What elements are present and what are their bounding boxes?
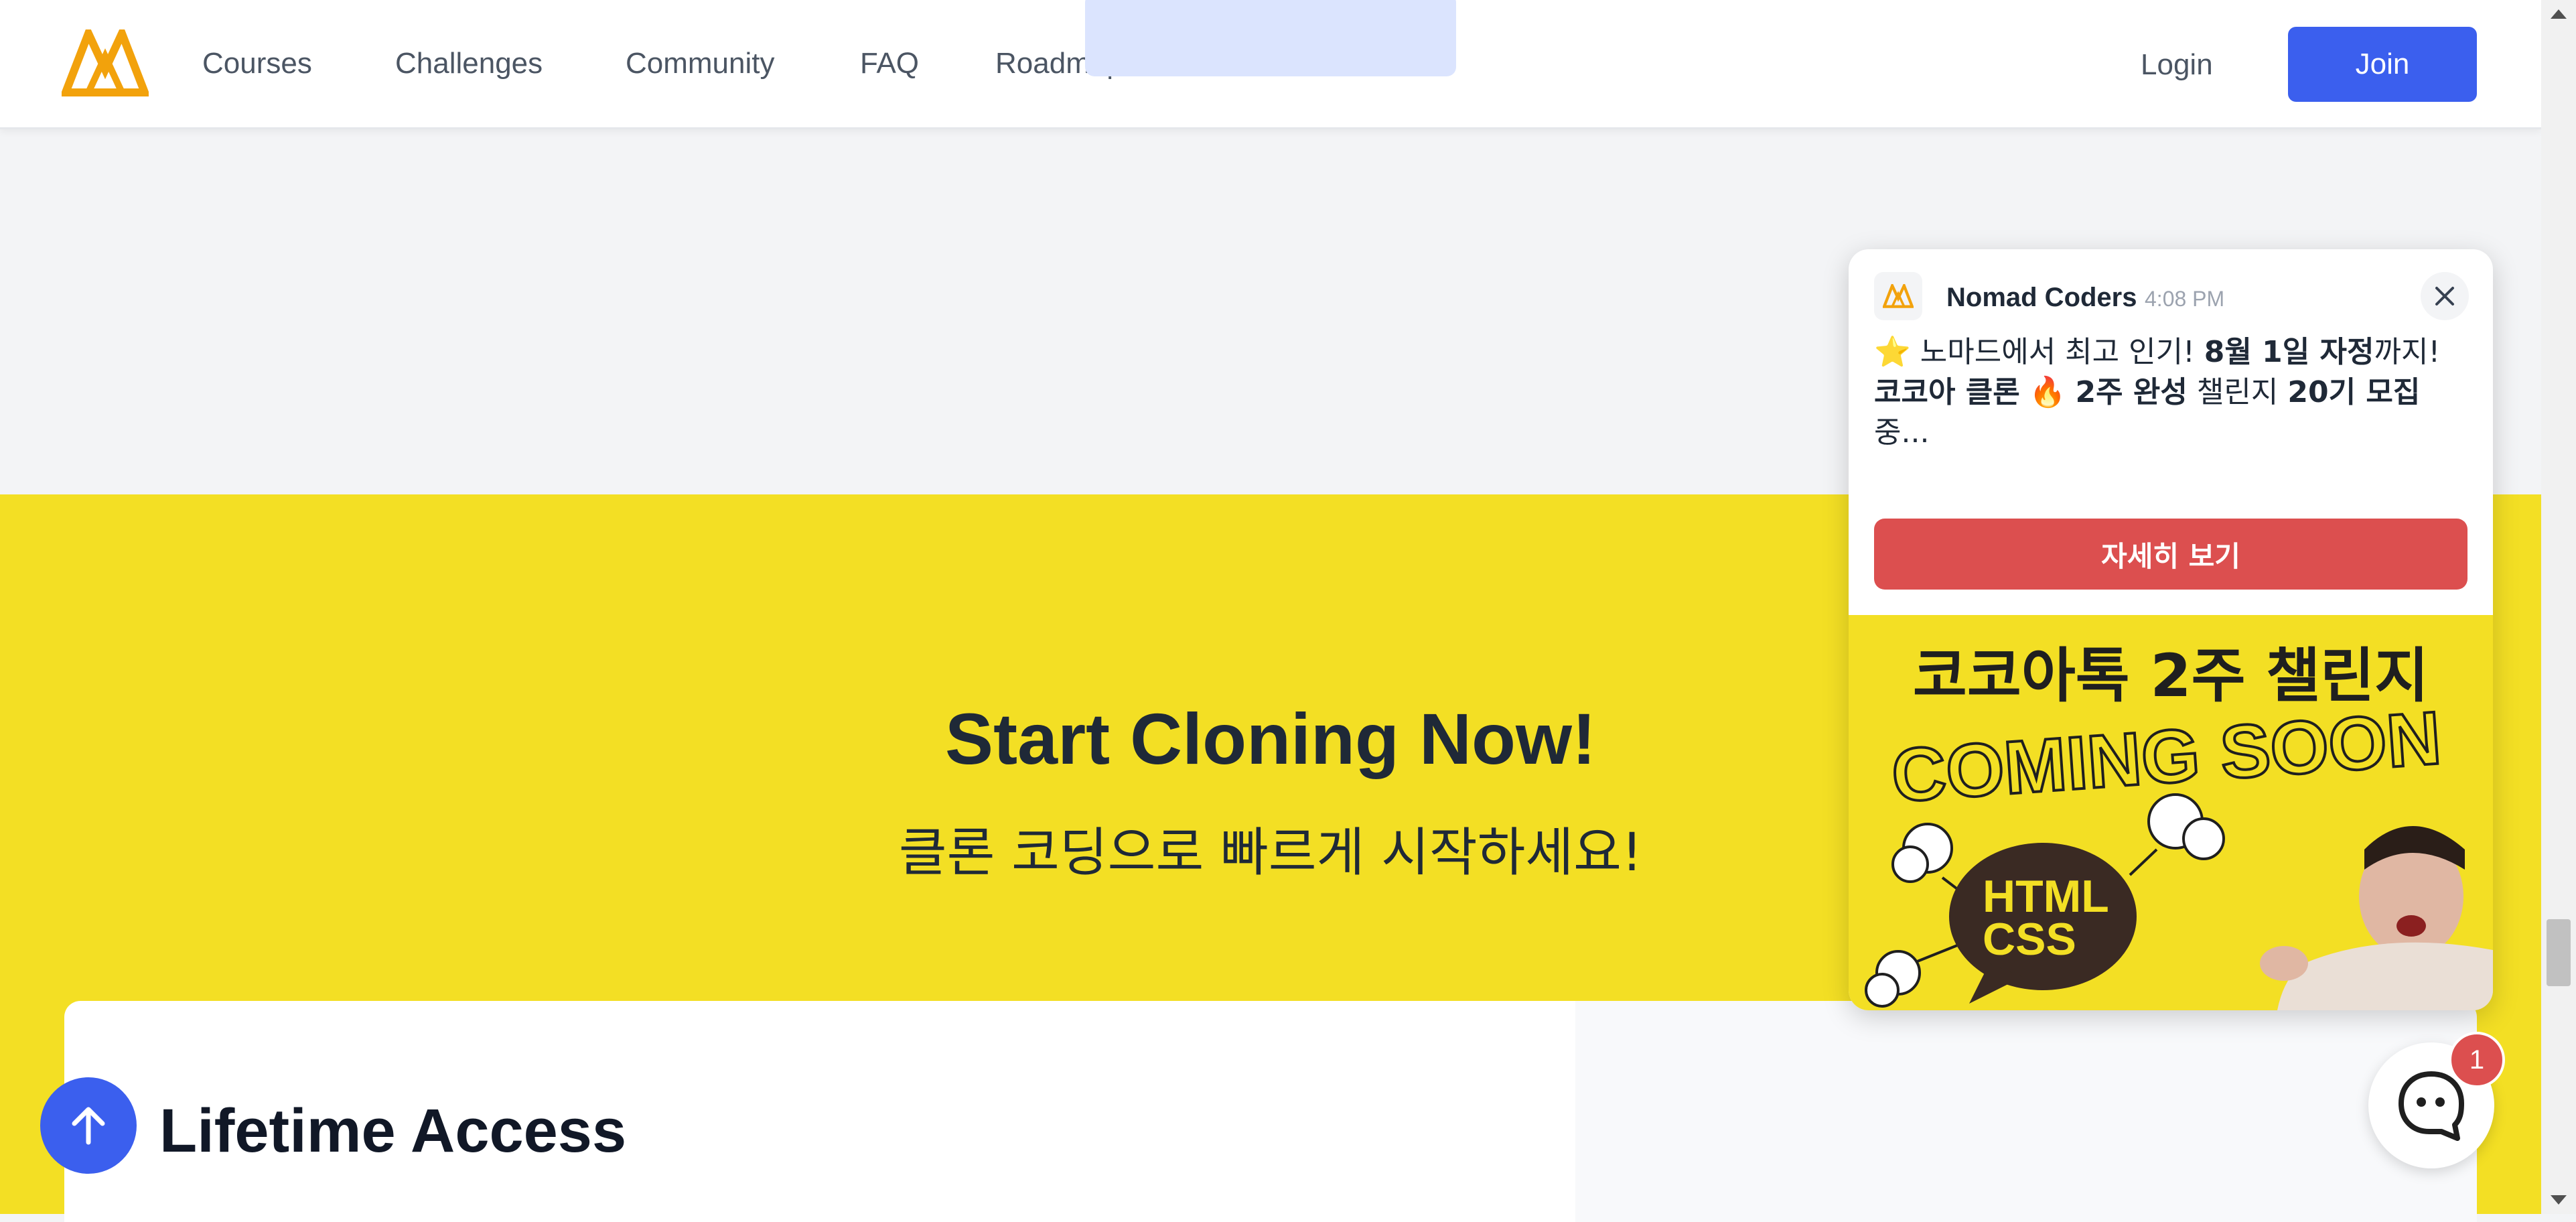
- arrow-up-icon: [72, 1107, 105, 1145]
- coming-soon-illustration: COMING SOON: [1865, 695, 2493, 1010]
- popup-challenge-word: 챌린지: [2196, 375, 2279, 409]
- popup-time: 4:08 PM: [2145, 287, 2225, 311]
- promo-bubble-text: HTML CSS: [1983, 874, 2109, 962]
- scroll-down-arrow-icon[interactable]: [2551, 1195, 2567, 1205]
- scrollbar-thumb[interactable]: [2547, 919, 2571, 986]
- nav-faq[interactable]: FAQ: [860, 47, 919, 80]
- popup-message-deadline: 8월 1일 자정: [2204, 335, 2374, 369]
- scroll-to-top-button[interactable]: [40, 1077, 137, 1174]
- nomad-logo-icon: [1883, 284, 1914, 308]
- fire-emoji-icon: 🔥: [2029, 375, 2066, 409]
- notification-popup: Nomad Coders 4:08 PM ⭐ 노마드에서 최고 인기! 8월 1…: [1849, 249, 2493, 1010]
- lifetime-access-heading: Lifetime Access: [159, 1097, 627, 1165]
- popup-sender: Nomad Coders: [1946, 283, 2137, 312]
- sender-avatar: [1874, 272, 1922, 320]
- promo-bubble-line2: CSS: [1983, 914, 2076, 965]
- nav-challenges[interactable]: Challenges: [395, 47, 543, 80]
- site-header: Courses Challenges Community FAQ Roadmap…: [0, 0, 2541, 129]
- login-link[interactable]: Login: [2141, 48, 2213, 82]
- popup-recruiting: 중...: [1874, 415, 1930, 450]
- header-highlight: [1085, 0, 1456, 76]
- pricing-card-side: [1575, 1001, 2477, 1222]
- popup-cohort: 20기 모집: [2287, 375, 2421, 409]
- popup-course-name: 코코아 클론: [1874, 375, 2020, 409]
- popup-close-button[interactable]: [2421, 272, 2469, 320]
- popup-duration: 2주 완성: [2075, 375, 2188, 409]
- promo-banner-image[interactable]: 코코아톡 2주 챌린지 COMING SOON HTML CSS: [1849, 615, 2493, 1010]
- view-details-button[interactable]: 자세히 보기: [1874, 519, 2467, 590]
- chat-unread-badge: 1: [2449, 1032, 2505, 1088]
- popup-message-text: 노마드에서 최고 인기!: [1920, 335, 2195, 369]
- nav-courses[interactable]: Courses: [202, 47, 312, 80]
- join-button[interactable]: Join: [2288, 27, 2477, 102]
- page-scrollbar[interactable]: [2541, 0, 2576, 1214]
- scroll-up-arrow-icon[interactable]: [2551, 9, 2567, 19]
- popup-message: ⭐ 노마드에서 최고 인기! 8월 1일 자정까지! 코코아 클론 🔥 2주 완…: [1874, 332, 2463, 453]
- popup-message-tail: 까지!: [2374, 335, 2441, 369]
- close-icon: [2435, 287, 2454, 306]
- nomad-logo-icon[interactable]: [62, 29, 149, 96]
- star-emoji-icon: ⭐: [1874, 335, 1911, 369]
- nav-community[interactable]: Community: [626, 47, 775, 80]
